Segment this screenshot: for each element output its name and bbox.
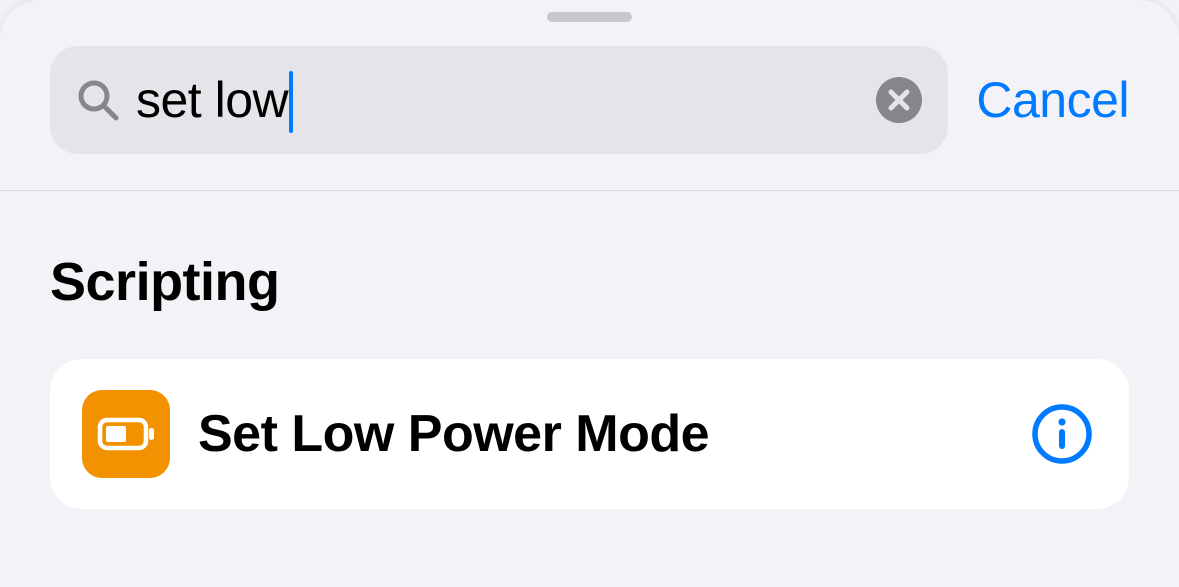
battery-icon	[82, 390, 170, 478]
action-row-set-low-power-mode[interactable]: Set Low Power Mode	[50, 359, 1129, 509]
search-input[interactable]: set low	[50, 46, 948, 154]
grabber-icon	[547, 12, 632, 22]
search-input-value: set low	[136, 71, 288, 129]
action-picker-sheet: set low Cancel Scripting Se	[0, 0, 1179, 587]
search-bar-row: set low Cancel	[0, 22, 1179, 190]
text-cursor	[289, 71, 293, 133]
section-header-scripting: Scripting	[50, 251, 1129, 313]
info-button[interactable]	[1031, 403, 1093, 465]
action-title: Set Low Power Mode	[198, 404, 1031, 464]
cancel-button[interactable]: Cancel	[976, 71, 1129, 129]
clear-search-button[interactable]	[876, 77, 922, 123]
search-icon	[76, 78, 120, 122]
results-content: Scripting Set Low Power Mode	[0, 191, 1179, 509]
sheet-grabber-area[interactable]	[0, 0, 1179, 22]
